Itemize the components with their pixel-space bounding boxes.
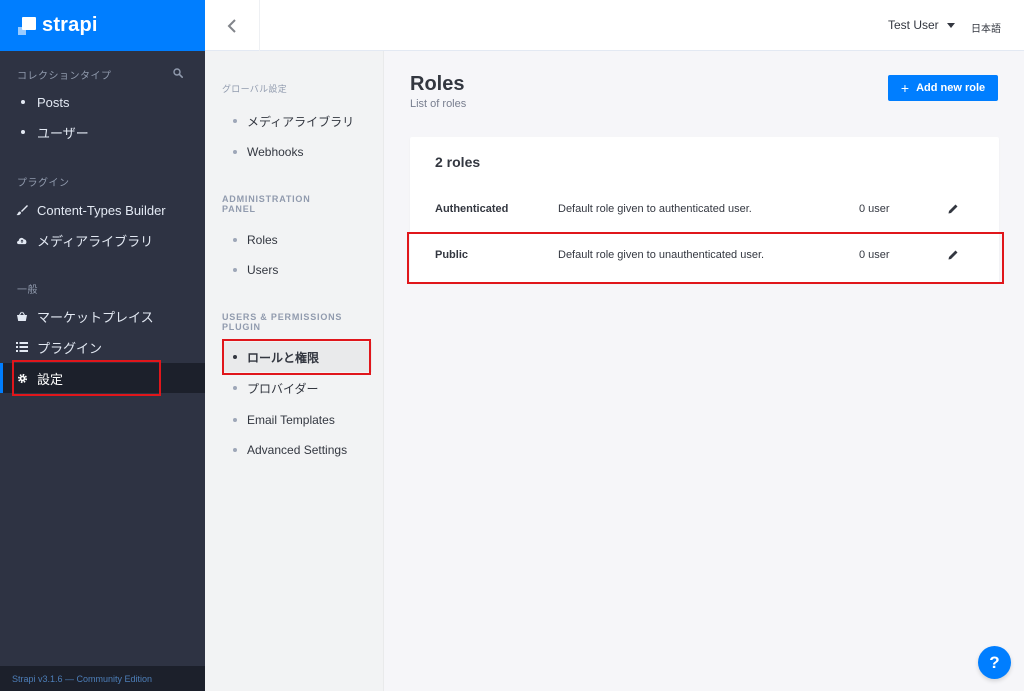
subnav-item-label: Roles — [247, 233, 278, 247]
sidebar-item-label: プラグイン — [37, 340, 103, 356]
sidebar-item-label: ユーザー — [37, 125, 89, 141]
sidebar-item-marketplace[interactable]: マーケットプレイス — [0, 301, 205, 331]
plus-icon: + — [900, 80, 910, 96]
section-general: 一般 — [17, 285, 38, 296]
basket-icon — [16, 310, 28, 322]
subnav-section-admin: ADMINISTRATION PANEL — [222, 194, 311, 214]
main-sidebar: strapi コレクションタイプ Posts ユーザー プラグイン Conten… — [0, 0, 205, 691]
bullet-icon — [21, 100, 25, 104]
sidebar-item-posts[interactable]: Posts — [0, 87, 205, 117]
page-title: Roles — [410, 73, 465, 95]
brand-name: strapi — [42, 14, 98, 36]
chevron-left-icon — [227, 18, 236, 33]
section-collection-types: コレクションタイプ — [17, 71, 112, 82]
highlight-roles-permissions-box — [222, 339, 371, 375]
sidebar-item-label: メディアライブラリ — [37, 233, 154, 249]
back-button[interactable] — [205, 0, 260, 51]
sidebar-item-content-types-builder[interactable]: Content-Types Builder — [0, 195, 205, 225]
sidebar-item-users[interactable]: ユーザー — [0, 117, 205, 147]
role-name: Authenticated — [435, 203, 509, 215]
subnav-item-email-templates[interactable]: Email Templates — [222, 405, 372, 435]
caret-down-icon — [946, 22, 955, 28]
sidebar-item-plugins[interactable]: プラグイン — [0, 332, 205, 362]
subnav-item-label: Advanced Settings — [247, 443, 348, 457]
section-plugins: プラグイン — [17, 178, 70, 189]
list-icon — [16, 341, 28, 353]
sidebar-item-label: マーケットプレイス — [37, 309, 154, 325]
sidebar-item-label: Content-Types Builder — [37, 202, 166, 218]
subnav-item-label: プロバイダー — [247, 381, 319, 396]
bullet-icon — [233, 150, 237, 154]
subnav-item-roles[interactable]: Roles — [222, 225, 372, 255]
subnav-item-label: メディアライブラリ — [247, 114, 355, 129]
add-new-role-label: Add new role — [916, 82, 986, 94]
highlight-public-role-box — [407, 232, 1004, 284]
search-icon[interactable] — [173, 68, 183, 78]
paintbrush-icon — [16, 204, 28, 216]
bullet-icon — [233, 268, 237, 272]
bullet-icon — [233, 238, 237, 242]
version-footer: Strapi v3.1.6 — Community Edition — [0, 666, 205, 691]
bullet-icon — [233, 386, 237, 390]
add-new-role-button[interactable]: + Add new role — [888, 75, 998, 101]
page-subtitle: List of roles — [410, 98, 467, 110]
subnav-item-providers[interactable]: プロバイダー — [222, 373, 372, 403]
subnav-item-label: Users — [247, 263, 279, 277]
subnav-item-label: Webhooks — [247, 145, 304, 159]
role-description: Default role given to authenticated user… — [558, 203, 752, 215]
role-user-count: 0 user — [859, 203, 890, 215]
help-button[interactable]: ? — [978, 646, 1011, 679]
language-switcher[interactable]: 日本語 — [971, 20, 1001, 35]
subnav-section-global: グローバル設定 — [222, 84, 288, 94]
subnav-item-advanced-settings[interactable]: Advanced Settings — [222, 435, 372, 465]
user-menu[interactable]: Test User — [888, 18, 955, 32]
top-header: Test User 日本語 — [205, 0, 1024, 51]
subnav-item-users[interactable]: Users — [222, 255, 372, 285]
main-content: Roles List of roles + Add new role 2 rol… — [384, 51, 1024, 691]
bullet-icon — [21, 130, 25, 134]
brand-header[interactable]: strapi — [0, 0, 205, 51]
cloud-upload-icon — [16, 234, 28, 246]
bullet-icon — [233, 418, 237, 422]
sidebar-item-label: Posts — [37, 94, 70, 110]
subnav-item-label: Email Templates — [247, 413, 335, 427]
bullet-icon — [233, 119, 237, 123]
subnav-item-webhooks[interactable]: Webhooks — [222, 137, 372, 167]
roles-count: 2 roles — [435, 154, 481, 170]
subnav-item-media-library[interactable]: メディアライブラリ — [222, 106, 372, 136]
sidebar-item-media-library[interactable]: メディアライブラリ — [0, 225, 205, 255]
role-row-authenticated[interactable]: Authenticated Default role given to auth… — [410, 187, 999, 233]
strapi-logo-icon — [18, 16, 36, 35]
bullet-icon — [233, 448, 237, 452]
pencil-icon[interactable] — [947, 203, 959, 215]
user-name: Test User — [888, 18, 939, 32]
subnav-section-users-permissions: USERS & PERMISSIONS PLUGIN — [222, 312, 343, 332]
highlight-settings-box — [12, 360, 161, 396]
